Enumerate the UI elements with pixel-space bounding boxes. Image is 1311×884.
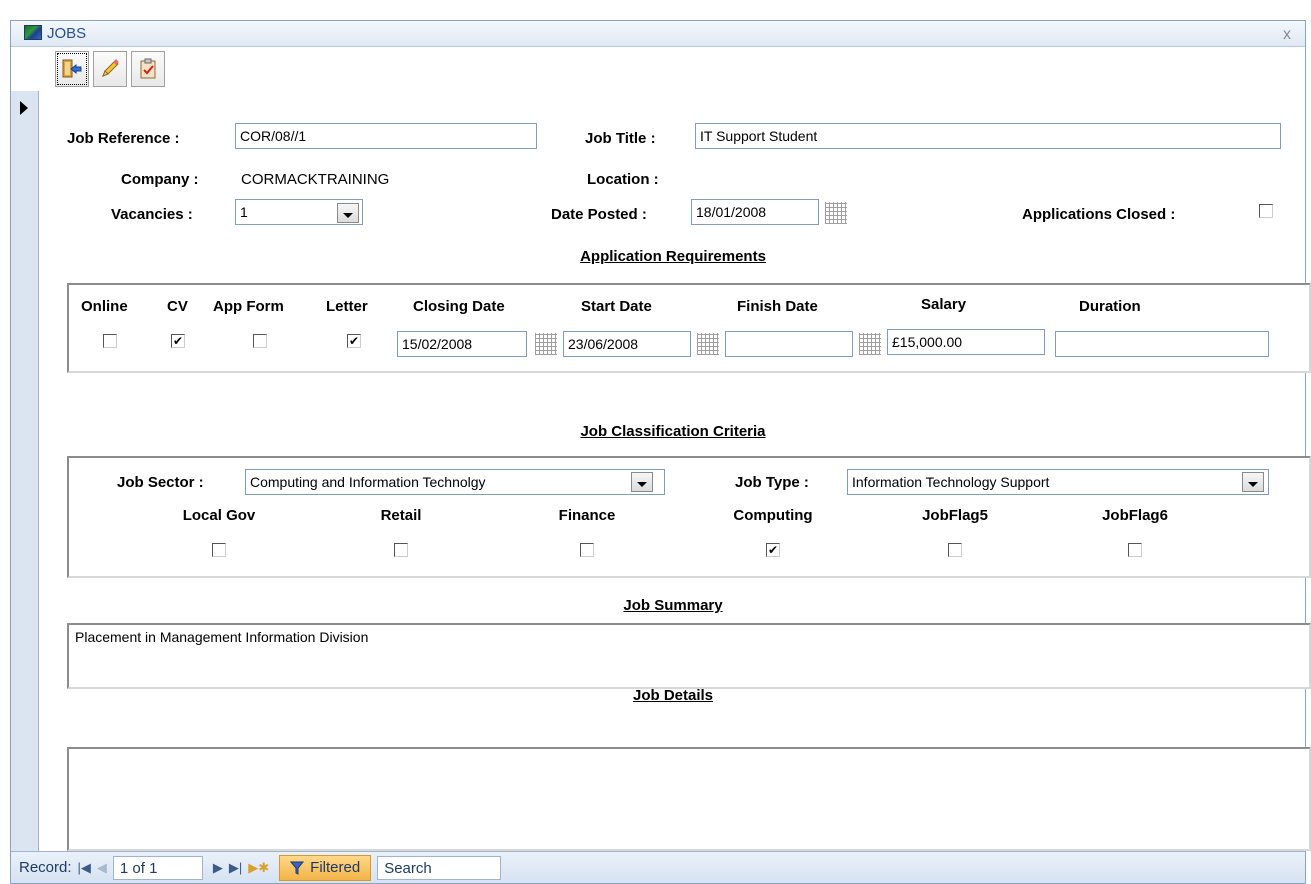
job-classification-title: Job Classification Criteria — [580, 423, 766, 440]
finish-date-field[interactable] — [725, 331, 853, 357]
finish-date-calendar-icon[interactable] — [859, 333, 881, 355]
vacancies-label: Vacancies : — [111, 206, 193, 223]
funnel-icon — [290, 861, 305, 875]
job-title-field[interactable]: IT Support Student — [695, 123, 1281, 149]
app-form-checkbox[interactable] — [253, 334, 267, 348]
applications-closed-checkbox[interactable] — [1259, 204, 1273, 218]
vacancies-value: 1 — [240, 204, 248, 220]
job-reference-label: Job Reference : — [67, 130, 180, 147]
date-posted-label: Date Posted : — [551, 206, 647, 223]
finish-date-label: Finish Date — [737, 298, 818, 315]
job-summary-field[interactable]: Placement in Management Information Divi… — [67, 623, 1311, 689]
exit-button[interactable] — [55, 51, 89, 87]
job-flag-label: Local Gov — [182, 507, 256, 524]
job-flag-checkbox[interactable] — [580, 543, 594, 557]
start-date-field[interactable]: 23/06/2008 — [563, 331, 691, 357]
job-flag-checkbox[interactable] — [212, 543, 226, 557]
job-type-value: Information Technology Support — [852, 474, 1050, 490]
job-sector-value: Computing and Information Technolgy — [250, 474, 486, 490]
duration-label: Duration — [1079, 298, 1141, 315]
edit-button[interactable] — [93, 51, 127, 87]
closing-date-label: Closing Date — [413, 298, 505, 315]
salary-label: Salary — [921, 296, 967, 313]
job-type-dropdown-button[interactable] — [1242, 472, 1264, 492]
filter-toggle-button[interactable]: Filtered — [279, 854, 372, 881]
job-summary-title: Job Summary — [623, 597, 723, 614]
online-checkbox[interactable] — [103, 334, 117, 348]
applications-closed-label: Applications Closed : — [1022, 206, 1176, 223]
duration-field[interactable] — [1055, 331, 1269, 357]
job-type-label: Job Type : — [735, 474, 809, 491]
job-flag-label: Retail — [380, 507, 422, 524]
job-sector-dropdown-button[interactable] — [631, 472, 653, 492]
job-flag-label: Computing — [733, 507, 813, 524]
job-flag-checkbox[interactable] — [1128, 543, 1142, 557]
job-sector-label: Job Sector : — [117, 474, 204, 491]
last-record-icon[interactable]: ▶| — [229, 860, 242, 876]
closing-date-field[interactable]: 15/02/2008 — [397, 331, 527, 357]
start-date-label: Start Date — [581, 298, 652, 315]
close-button[interactable]: x — [1283, 26, 1291, 44]
chevron-down-icon — [1248, 482, 1258, 487]
job-type-combo[interactable]: Information Technology Support — [847, 469, 1269, 495]
vacancies-dropdown-button[interactable] — [337, 203, 359, 223]
form-body: Job Reference : COR/08//1 Job Title : IT… — [39, 91, 1311, 851]
window-title: JOBS — [47, 25, 87, 42]
chevron-down-icon — [637, 482, 647, 487]
record-selector[interactable] — [11, 91, 39, 851]
previous-record-icon[interactable]: ◀ — [97, 860, 107, 876]
jobs-form-window: JOBS x Job Reference: COR/08//1 Job Tit… — [10, 20, 1311, 884]
new-record-icon[interactable]: ▶✱ — [248, 860, 269, 876]
job-flag-checkbox[interactable] — [394, 543, 408, 557]
job-reference-field[interactable]: COR/08//1 — [235, 123, 537, 149]
company-label: Company : — [121, 171, 199, 188]
start-date-calendar-icon[interactable] — [697, 333, 719, 355]
closing-date-calendar-icon[interactable] — [535, 333, 557, 355]
job-title-label: Job Title : — [585, 130, 656, 147]
location-label: Location : — [587, 171, 659, 188]
date-posted-calendar-icon[interactable] — [825, 202, 847, 224]
job-flag-label: JobFlag5 — [922, 507, 988, 524]
job-flag-checkbox[interactable] — [948, 543, 962, 557]
online-label: Online — [81, 298, 128, 315]
current-record-field[interactable]: 1 of 1 — [112, 855, 203, 880]
pencil-icon — [102, 59, 119, 77]
exit-door-icon — [62, 59, 82, 78]
cv-checkbox[interactable]: ✔ — [171, 334, 185, 348]
job-flag-label: Finance — [558, 507, 616, 524]
first-record-icon[interactable]: |◀ — [78, 860, 91, 876]
letter-label: Letter — [326, 298, 368, 315]
access-form-icon — [24, 25, 42, 40]
company-value: CORMACKTRAINING — [241, 171, 390, 188]
search-field[interactable]: Search — [377, 855, 502, 880]
chevron-down-icon — [343, 213, 353, 218]
next-record-icon[interactable]: ▶ — [213, 860, 223, 876]
record-navigation-bar: Record: |◀ ◀ 1 of 1 ▶ ▶| ▶✱ Filtered Sea… — [11, 851, 1305, 883]
clipboard-check-icon — [140, 58, 156, 79]
current-record-arrow-icon — [20, 101, 28, 115]
clipboard-button[interactable] — [131, 51, 165, 87]
application-requirements-group — [67, 283, 1311, 373]
date-posted-field[interactable]: 18/01/2008 — [691, 199, 819, 225]
filter-label: Filtered — [310, 858, 361, 876]
job-flag-label: JobFlag6 — [1102, 507, 1168, 524]
job-details-field[interactable] — [67, 747, 1311, 851]
letter-checkbox[interactable]: ✔ — [347, 334, 361, 348]
job-details-title: Job Details — [632, 687, 714, 704]
cv-label: CV — [167, 298, 188, 315]
title-bar: JOBS x — [11, 21, 1305, 47]
form-toolbar — [55, 51, 165, 89]
salary-field[interactable]: £15,000.00 — [887, 329, 1045, 355]
app-form-label: App Form — [213, 298, 284, 315]
record-label: Record: — [19, 859, 72, 876]
job-sector-combo[interactable]: Computing and Information Technolgy — [245, 469, 665, 495]
job-flag-checkbox[interactable]: ✔ — [766, 543, 780, 557]
application-requirements-title: Application Requirements — [580, 248, 766, 265]
